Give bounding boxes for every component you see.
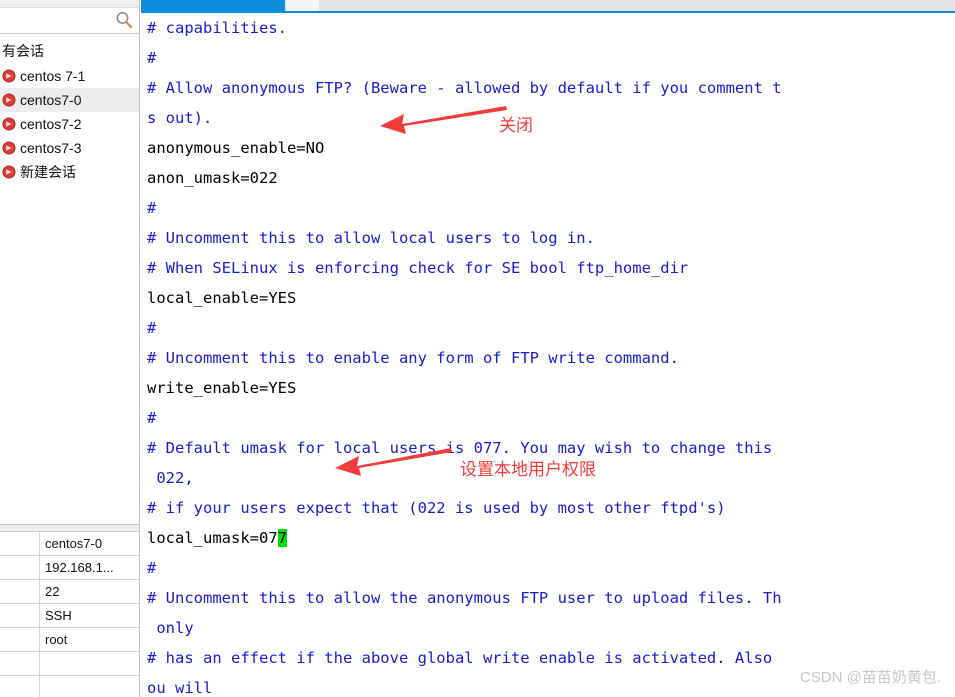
property-value: 192.168.1... [45,560,114,575]
terminal-line: s out). [147,109,213,127]
sidebar-search-bar[interactable] [0,8,139,34]
terminal-line: # [147,409,157,427]
tab-new-session[interactable] [287,0,319,11]
terminal-line: anonymous_enable=NO [147,139,325,157]
session-properties-panel: centos7-0 192.168.1... 22 SSH root [0,524,139,697]
property-key [0,676,40,697]
session-item-label: centos 7-1 [20,68,86,84]
property-row[interactable]: 22 [0,580,139,604]
property-value: root [45,632,68,647]
terminal-output[interactable]: # capabilities. # # Allow anonymous FTP? (… [141,13,955,697]
terminal-line: local_enable=YES [147,289,297,307]
property-value: 22 [45,584,60,599]
terminal-line: write_enable=YES [147,379,297,397]
property-key [0,652,40,675]
sidebar-top-strip [0,0,139,8]
property-key [0,556,40,579]
sidebar-session-item[interactable]: centos 7-1 [0,64,139,88]
terminal-line: # Uncomment this to enable any form of F… [147,349,679,367]
session-item-label: 新建会话 [20,164,76,180]
property-row[interactable] [0,652,139,676]
left-arrow-icon [335,448,452,476]
session-tree: 有会话 centos 7-1 centos7-0 centos7-2 cento… [0,39,139,184]
session-icon [2,141,16,155]
property-key [0,628,40,651]
property-row[interactable]: root [0,628,139,652]
property-key [0,580,40,603]
terminal-line: # [147,319,157,337]
property-row[interactable]: 192.168.1... [0,556,139,580]
left-arrow-icon [380,106,507,134]
session-icon [2,117,16,131]
terminal-line: # [147,49,157,67]
terminal-line: # capabilities. [147,19,287,37]
properties-header [0,525,139,532]
search-icon[interactable] [115,11,133,29]
terminal-line: # [147,199,157,217]
terminal-cursor: 7 [277,529,287,547]
property-key [0,604,40,627]
property-value [40,676,139,697]
sidebar-session-item-selected[interactable]: centos7-0 [0,88,139,112]
terminal-line: # [147,559,157,577]
terminal-line: anon_umask=022 [147,169,278,187]
session-tree-root[interactable]: 有会话 [0,39,139,64]
sidebar-session-item[interactable]: centos7-3 [0,136,139,160]
tab-active-session[interactable] [141,0,285,11]
annotation-label-local-umask: 设置本地用户权限 [460,460,596,479]
property-value: centos7-0 [45,536,103,551]
terminal-line: # Uncomment this to allow local users to… [147,229,595,247]
property-row[interactable]: SSH [0,604,139,628]
session-item-label: centos7-3 [20,140,82,156]
terminal-line: # Uncomment this to allow the anonymous … [147,589,782,607]
application-window: 有会话 centos 7-1 centos7-0 centos7-2 cento… [0,0,955,697]
session-item-label: centos7-2 [20,116,82,132]
annotation-label-close: 关闭 [499,116,533,135]
session-icon [2,165,16,179]
property-value [40,652,139,675]
session-icon [2,93,16,107]
property-row[interactable] [0,676,139,697]
terminal-tab-strip [141,0,955,11]
session-icon [2,69,16,83]
terminal-line: only [147,619,194,637]
property-row[interactable]: centos7-0 [0,532,139,556]
session-item-label: centos7-0 [20,92,82,108]
property-key [0,532,40,555]
terminal-line: # Allow anonymous FTP? (Beware - allowed… [147,79,782,97]
csdn-watermark: CSDN @苗苗奶黄包. [799,669,941,686]
sidebar-session-item[interactable]: centos7-2 [0,112,139,136]
property-value: SSH [45,608,72,623]
terminal-line: local_umask=077 [147,529,287,547]
terminal-line: # if your users expect that (022 is used… [147,499,726,517]
search-input[interactable] [3,10,109,30]
sidebar-new-session-item[interactable]: 新建会话 [0,160,139,184]
terminal-line: # When SELinux is enforcing check for SE… [147,259,689,277]
